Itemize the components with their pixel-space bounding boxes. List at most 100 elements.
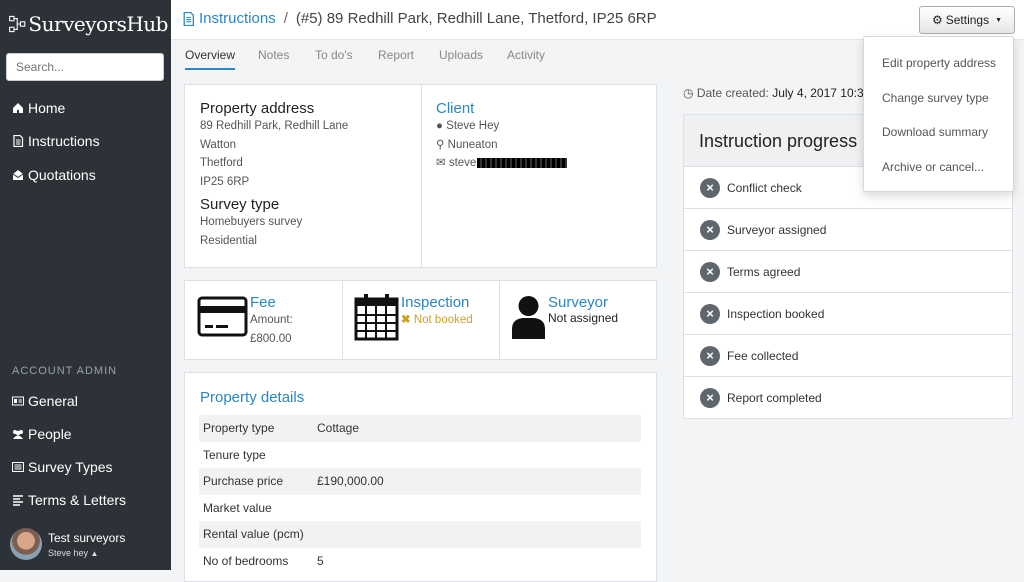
table-row: No of bedrooms 5 [199,548,641,575]
row-key: Tenure type [203,447,266,462]
card-divider [421,85,422,267]
inspection-status: Not booked [413,314,473,326]
cross-icon: ✖ [401,314,411,326]
tab-overview[interactable]: Overview [185,48,236,70]
caret-down-icon: ▼ [995,16,1003,24]
property-details-heading: Property details [200,389,305,406]
document-icon [183,11,194,26]
nav-instructions[interactable]: Instructions [12,131,100,151]
tab-uploads[interactable]: Uploads [439,48,483,62]
settings-dropdown: Edit property address Change survey type… [863,36,1014,192]
nav-general[interactable]: General [12,391,78,411]
search-input[interactable] [6,53,164,81]
times-circle-icon: × [700,387,720,408]
user-silhouette-icon [512,296,545,339]
card-divider [499,281,500,359]
date-created-value: July 4, 2017 10:30 [772,86,871,100]
tab-activity[interactable]: Activity [507,48,545,62]
id-card-icon [12,396,24,406]
nav-terms-letters-label: Terms & Letters [28,492,127,508]
address-line: 89 Redhill Park, Redhill Lane [200,120,349,132]
table-row: Tenure type [199,442,641,469]
step-label: Report completed [727,390,822,405]
logo-icon [9,15,26,33]
breadcrumb: Instructions / (#5) 89 Redhill Park, Red… [182,10,657,27]
fee-heading[interactable]: Fee [250,294,293,311]
user-icon: ● [436,120,443,132]
avatar [10,528,42,560]
logo[interactable]: SurveyorsHub [8,6,168,42]
client-location: Nuneaton [447,138,498,151]
align-left-icon [13,495,23,506]
date-created: ◷ Date created: July 4, 2017 10:30 [683,86,870,100]
step-label: Terms agreed [727,264,801,279]
breadcrumb-separator: / [283,10,288,27]
times-circle-icon: × [700,219,720,240]
credit-card-icon [197,296,248,337]
gear-icon: ⚙ [931,13,943,27]
top-bar: Instructions / (#5) 89 Redhill Park, Red… [171,0,1024,40]
client-name: Steve Hey [446,120,500,132]
settings-button[interactable]: ⚙ Settings ▼ [919,6,1015,34]
client-email: steve [448,157,477,169]
nav-home[interactable]: Home [12,98,65,118]
logo-text: SurveyorsHub [28,12,168,36]
step-label: Surveyor assigned [727,222,827,237]
map-marker-icon: ⚲ [436,138,445,151]
caret-up-icon: ▲ [90,548,99,558]
row-key: Property type [203,421,275,436]
survey-type-line: Residential [200,234,257,247]
email-redaction [477,158,568,169]
menu-item-download-summary[interactable]: Download summary [882,125,988,139]
envelope-icon: ✉ [436,157,446,169]
progress-step: × Surveyor assigned [683,208,1013,251]
progress-step: × Terms agreed [683,250,1013,293]
nav-people[interactable]: People [12,424,72,444]
user-menu[interactable]: Test surveyors Steve hey ▲ [10,528,125,560]
times-circle-icon: × [700,303,720,324]
row-value: 5 [317,553,324,568]
breadcrumb-instructions-link[interactable]: Instructions [199,10,276,27]
nav-survey-types[interactable]: Survey Types [12,457,113,477]
table-row: Market value [199,495,641,522]
address-line: Thetford [200,157,243,169]
nav-home-label: Home [28,100,66,116]
address-line: IP25 6RP [200,175,250,188]
property-address-heading: Property address [200,100,315,117]
fee-amount: £800.00 [250,332,292,345]
nav-instructions-label: Instructions [28,133,100,149]
client-heading[interactable]: Client [436,100,567,117]
people-icon [13,430,23,439]
progress-step: × Fee collected [683,334,1013,377]
survey-type-heading: Survey type [200,196,280,213]
progress-heading: Instruction progress [699,131,858,151]
survey-type-line: Homebuyers survey [200,216,303,228]
surveyor-status: Not assigned [548,311,619,325]
row-key: Market value [203,500,272,515]
menu-item-edit-address[interactable]: Edit property address [882,56,996,70]
sidebar: SurveyorsHub Home Instructions Quotation… [0,0,171,570]
property-card: Property address 89 Redhill Park, Redhil… [184,84,657,268]
nav-survey-types-label: Survey Types [28,459,113,475]
document-icon [13,135,24,147]
home-icon [13,103,23,113]
tab-todos[interactable]: To do's [315,48,353,62]
table-row: Purchase price £190,000.00 [199,468,641,495]
account-admin-label: ACCOUNT ADMIN [12,365,118,377]
menu-item-archive-cancel[interactable]: Archive or cancel... [882,160,984,174]
row-value: £190,000.00 [317,474,384,489]
table-row: Rental value (pcm) [199,521,641,548]
nav-terms-letters[interactable]: Terms & Letters [12,490,126,510]
user-name: Test surveyors [48,530,126,545]
tab-notes[interactable]: Notes [258,48,289,62]
surveyor-heading[interactable]: Surveyor [548,294,618,311]
row-key: Purchase price [203,474,284,489]
inspection-heading[interactable]: Inspection [401,294,473,311]
progress-step: × Report completed [683,376,1013,419]
nav-quotations[interactable]: Quotations [12,165,96,185]
page-title: (#5) 89 Redhill Park, Redhill Lane, Thet… [295,10,657,27]
tab-report[interactable]: Report [378,48,414,62]
calendar-icon [354,294,399,341]
row-key: No of bedrooms [203,553,289,568]
menu-item-change-survey-type[interactable]: Change survey type [882,91,989,105]
